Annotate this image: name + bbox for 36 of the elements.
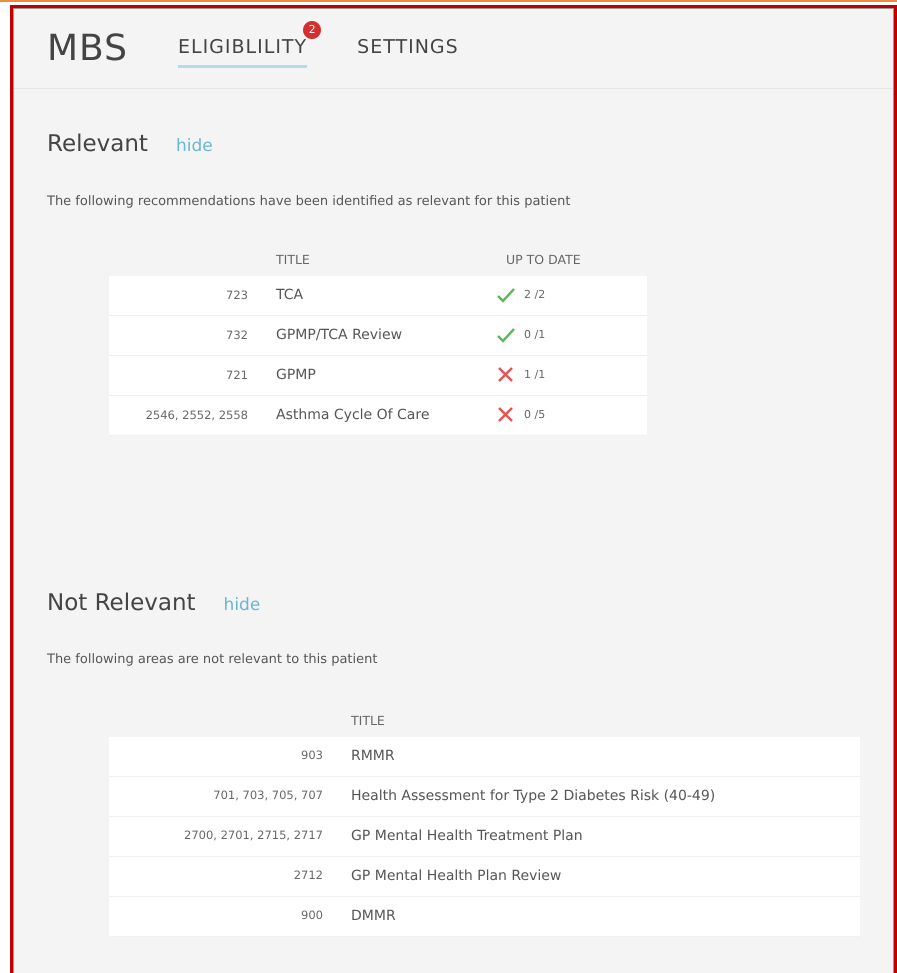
check-icon <box>496 286 516 304</box>
table-cell: Health Assessment for Type 2 Diabetes Risk (40-49) <box>341 776 860 816</box>
table-cell: 723 <box>109 276 266 316</box>
table-cell: 2546, 2552, 2558 <box>109 396 266 436</box>
section-description: The following recommendations have been identified as relevant for this patient <box>47 192 572 210</box>
count-text: 0 /5 <box>524 407 546 423</box>
count-text: 2 /2 <box>524 287 546 303</box>
tab[interactable]: SETTINGS <box>357 28 459 68</box>
table-cell: DMMR <box>341 896 860 936</box>
table-cell: 732 <box>109 316 266 356</box>
cross-icon <box>496 366 516 384</box>
table-cell: 900 <box>109 896 341 936</box>
table-cell: TCA <box>266 276 496 316</box>
column-header: TITLE <box>275 251 311 269</box>
table-cell: 701, 703, 705, 707 <box>109 776 341 816</box>
table-cell: 2700, 2701, 2715, 2717 <box>109 816 341 856</box>
table-cell: 903 <box>109 736 341 776</box>
cross-icon <box>496 406 516 424</box>
section-description: The following areas are not relevant to this patient <box>47 651 378 670</box>
column-header: TITLE <box>350 712 386 730</box>
count-text: 1 /1 <box>524 367 546 383</box>
table-cell: 721 <box>109 356 266 396</box>
table-cell: Asthma Cycle Of Care <box>266 396 496 436</box>
table-cell: GPMP <box>266 356 496 396</box>
table-cell: RMMR <box>341 736 860 776</box>
notification-badge: 2 <box>303 20 322 39</box>
table-cell: 2712 <box>109 856 341 896</box>
column-header: UP TO DATE <box>505 251 582 269</box>
count-text: 0 /1 <box>524 327 546 343</box>
section-heading: Not Relevant <box>47 588 196 618</box>
check-icon <box>496 326 516 344</box>
table-cell: GP Mental Health Plan Review <box>341 856 860 896</box>
table-cell: GPMP/TCA Review <box>266 316 496 356</box>
section-heading: Relevant <box>47 130 148 159</box>
app-title: MBS <box>47 26 128 70</box>
table-cell: GP Mental Health Treatment Plan <box>341 816 860 856</box>
